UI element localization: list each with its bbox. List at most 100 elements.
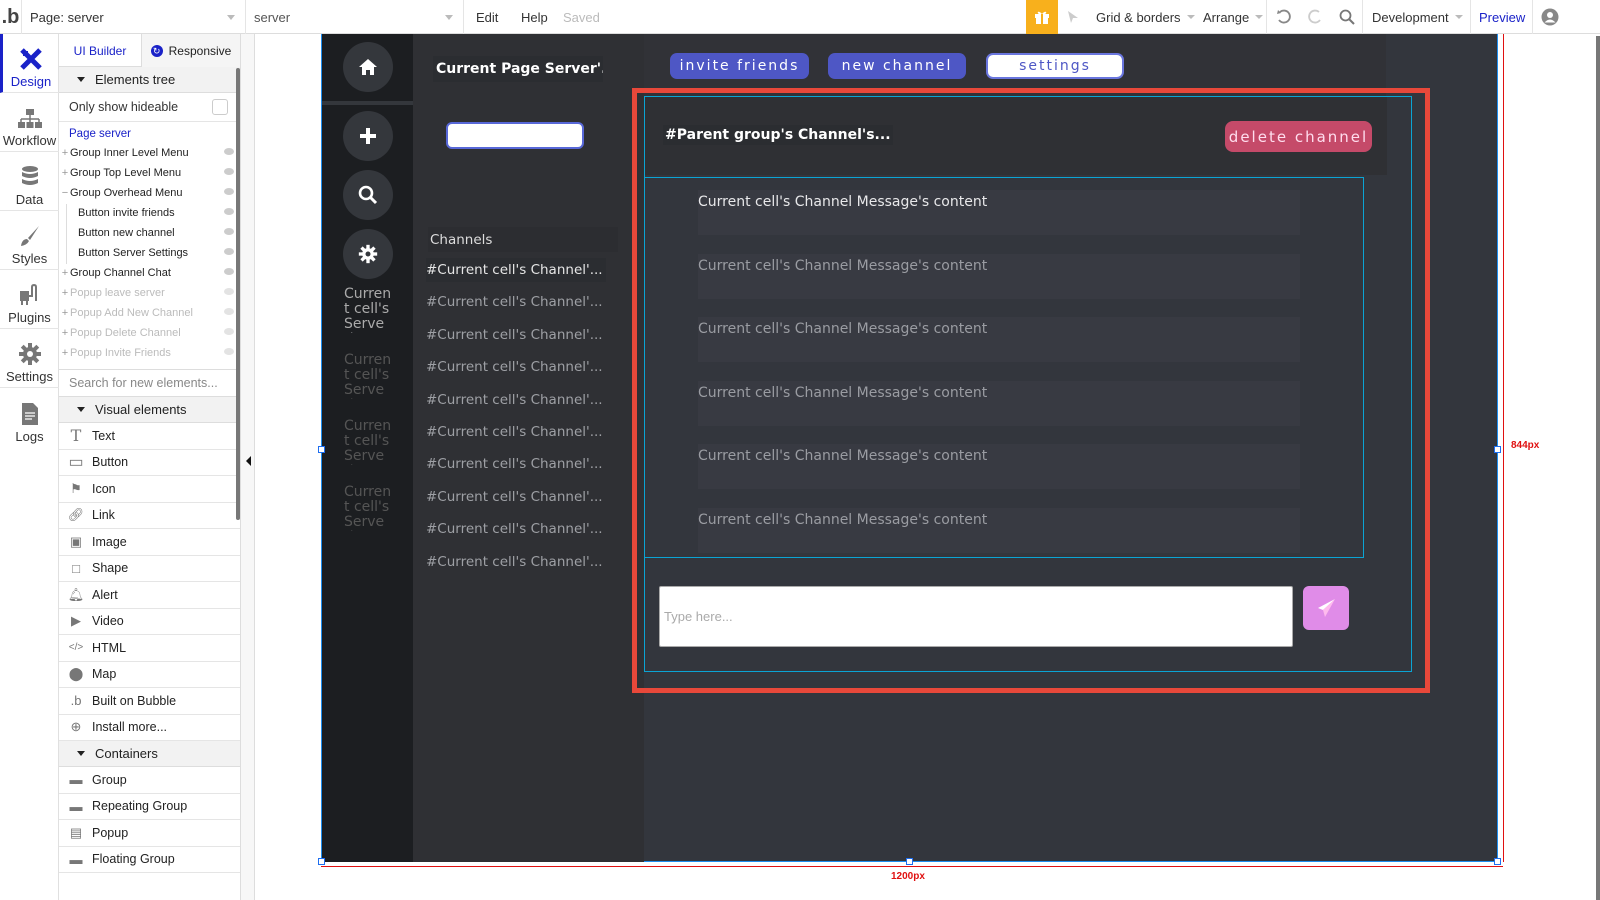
version-select[interactable]: server	[246, 0, 464, 34]
tree-item[interactable]: − Group Overhead Menu	[59, 183, 240, 203]
rail-item-settings[interactable]: Settings	[0, 329, 59, 388]
element-palette-item[interactable]: ▤ Popup	[59, 820, 240, 847]
element-palette-item[interactable]: ▬ Repeating Group	[59, 794, 240, 820]
tree-item[interactable]: Button Server Settings	[59, 243, 240, 263]
eye-slash-icon[interactable]	[224, 348, 234, 355]
server-list-item[interactable]: Current cell's Server's	[344, 353, 394, 399]
eye-icon[interactable]	[224, 148, 234, 155]
add-server-button[interactable]	[343, 111, 393, 161]
channel-list-item[interactable]: #Current cell's Channel'...	[426, 420, 606, 444]
channel-list-item[interactable]: #Current cell's Channel'...	[426, 485, 606, 509]
tree-item[interactable]: Button new channel	[59, 223, 240, 243]
environment-select[interactable]: Development	[1372, 0, 1463, 34]
pointer-tool[interactable]	[1066, 0, 1080, 34]
channel-list-item[interactable]: #Current cell's Channel'...	[426, 323, 606, 347]
tree-item[interactable]: + Popup leave server	[59, 283, 240, 303]
menu-edit[interactable]: Edit	[476, 0, 498, 34]
server-search-input[interactable]	[446, 122, 584, 149]
tree-item[interactable]: + Group Inner Level Menu	[59, 143, 240, 163]
element-palette-item[interactable]: .b Built on Bubble	[59, 688, 240, 715]
element-palette-item[interactable]: ⚑ Icon	[59, 476, 240, 503]
panel-scrollbar[interactable]	[236, 68, 240, 520]
server-settings-button[interactable]	[343, 229, 393, 279]
tree-item[interactable]: + Group Channel Chat	[59, 263, 240, 283]
canvas-scrollbar[interactable]	[1596, 36, 1600, 900]
channel-list-item[interactable]: #Current cell's Channel'...	[426, 355, 606, 379]
invite-friends-button[interactable]: invite friends	[670, 53, 809, 79]
expand-icon[interactable]: +	[60, 327, 70, 339]
tree-item[interactable]: + Group Top Level Menu	[59, 163, 240, 183]
tab-ui-builder[interactable]: UI Builder	[59, 34, 141, 67]
tab-responsive[interactable]: ↻ Responsive	[141, 34, 240, 67]
search-button[interactable]	[1338, 0, 1356, 34]
page-server-canvas[interactable]: Current cell's Server's Current cell's S…	[321, 34, 1498, 862]
undo-button[interactable]	[1275, 0, 1293, 34]
rail-item-logs[interactable]: Logs	[0, 388, 59, 447]
rail-item-plugins[interactable]: Plugins	[0, 270, 59, 329]
rail-item-styles[interactable]: Styles	[0, 211, 59, 270]
visual-elements-header[interactable]: Visual elements	[59, 397, 240, 423]
tree-page-server[interactable]: Page server	[59, 125, 240, 143]
server-list-item[interactable]: Current cell's Server's	[344, 287, 394, 333]
expand-icon[interactable]: +	[60, 287, 70, 299]
expand-icon[interactable]: +	[60, 347, 70, 359]
preview-link[interactable]: Preview	[1479, 0, 1525, 34]
grid-borders-menu[interactable]: Grid & borders	[1096, 0, 1195, 34]
search-server-button[interactable]	[343, 170, 393, 220]
expand-icon[interactable]: +	[60, 267, 70, 279]
resize-handle[interactable]	[1494, 446, 1501, 453]
element-palette-item[interactable]: □ Shape	[59, 556, 240, 582]
rail-item-design[interactable]: Design	[0, 34, 59, 93]
channel-list-item[interactable]: #Current cell's Channel'...	[426, 452, 606, 476]
gift-button[interactable]	[1026, 0, 1058, 34]
eye-icon[interactable]	[224, 268, 234, 275]
eye-icon[interactable]	[224, 208, 234, 215]
eye-slash-icon[interactable]	[224, 308, 234, 315]
element-palette-item[interactable]: </> HTML	[59, 635, 240, 662]
collapse-icon[interactable]: −	[60, 187, 70, 199]
redo-button[interactable]	[1306, 0, 1324, 34]
tree-item[interactable]: Button invite friends	[59, 203, 240, 223]
expand-icon[interactable]: +	[60, 147, 70, 159]
eye-slash-icon[interactable]	[224, 328, 234, 335]
channel-list-item[interactable]: #Current cell's Channel'...	[426, 388, 606, 412]
rail-item-data[interactable]: Data	[0, 152, 59, 211]
resize-handle[interactable]	[1494, 858, 1501, 865]
element-palette-item[interactable]: 🔗︎ Link	[59, 503, 240, 529]
search-new-elements-input[interactable]: Search for new elements...	[59, 369, 240, 397]
elements-tree-header[interactable]: Elements tree	[59, 67, 240, 93]
settings-button[interactable]: settings	[986, 53, 1124, 79]
element-palette-item[interactable]: ▶ Video	[59, 609, 240, 635]
resize-handle[interactable]	[318, 446, 325, 453]
expand-icon[interactable]: +	[60, 167, 70, 179]
panel-collapse-gutter[interactable]	[241, 34, 255, 900]
new-channel-button[interactable]: new channel	[828, 53, 966, 79]
only-show-hideable-checkbox[interactable]	[212, 99, 228, 115]
resize-handle[interactable]	[906, 858, 913, 865]
menu-help[interactable]: Help	[521, 0, 548, 34]
group-top-level-menu[interactable]: Current cell's Server's Current cell's S…	[322, 34, 413, 862]
element-palette-item[interactable]: ⊕ Install more...	[59, 715, 240, 741]
eye-icon[interactable]	[224, 168, 234, 175]
eye-icon[interactable]	[224, 188, 234, 195]
channel-list-item[interactable]: #Current cell's Channel'...	[426, 517, 606, 541]
rail-item-workflow[interactable]: Workflow	[0, 93, 59, 152]
eye-icon[interactable]	[224, 248, 234, 255]
channel-list-item[interactable]: #Current cell's Channel'...	[426, 290, 606, 314]
element-palette-item[interactable]: ▬ Group	[59, 767, 240, 794]
element-palette-item[interactable]: 🔔︎ Alert	[59, 582, 240, 609]
element-palette-item[interactable]: T Text	[59, 423, 240, 450]
element-palette-item[interactable]: ⬤ Map	[59, 662, 240, 688]
element-palette-item[interactable]: ▬ Floating Group	[59, 847, 240, 873]
arrange-menu[interactable]: Arrange	[1203, 0, 1264, 34]
element-palette-item[interactable]: ▭ Button	[59, 450, 240, 476]
channel-list-item[interactable]: #Current cell's Channel'...	[426, 550, 606, 574]
containers-header[interactable]: Containers	[59, 741, 240, 767]
home-button[interactable]	[343, 42, 393, 92]
eye-icon[interactable]	[224, 228, 234, 235]
tree-item[interactable]: + Popup Invite Friends	[59, 343, 240, 363]
tree-item[interactable]: + Popup Delete Channel	[59, 323, 240, 343]
server-list-item[interactable]: Current cell's Server's	[344, 485, 394, 531]
channel-list-item[interactable]: #Current cell's Channel'...	[426, 258, 606, 282]
server-list-item[interactable]: Current cell's Server's	[344, 419, 394, 465]
